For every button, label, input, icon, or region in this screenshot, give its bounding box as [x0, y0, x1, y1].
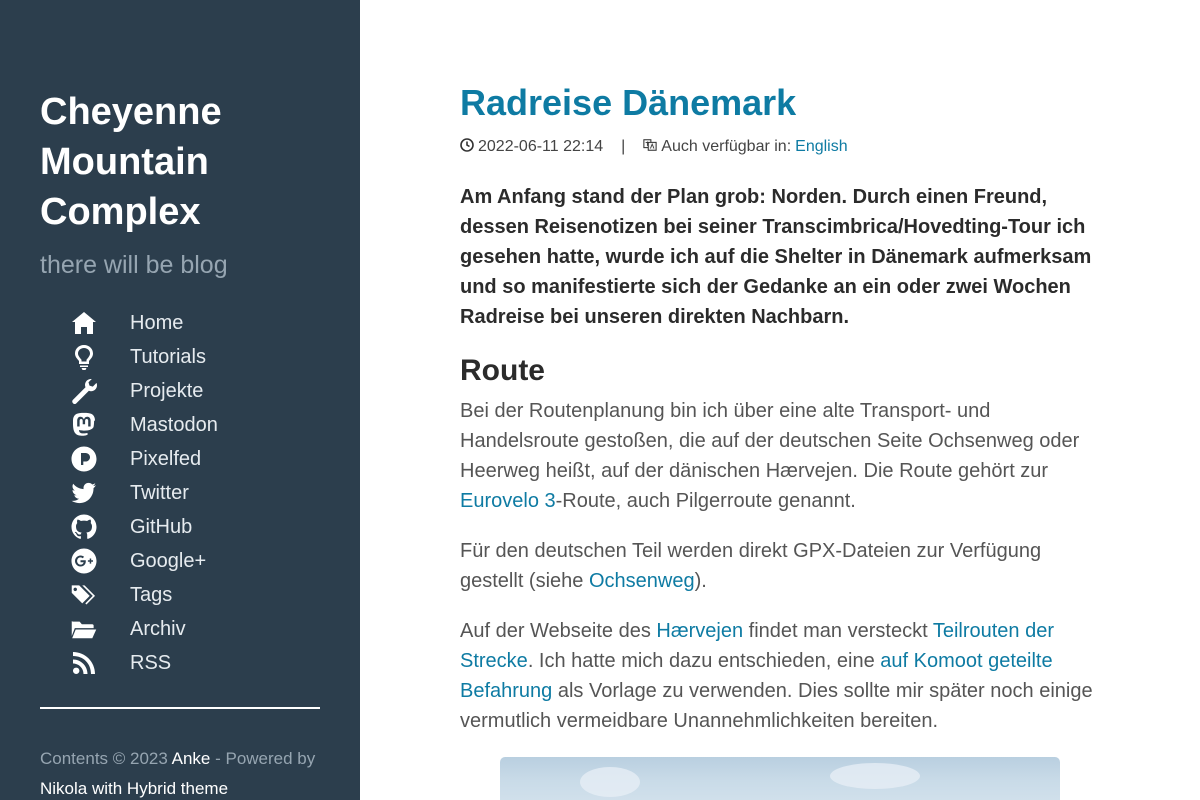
- paragraph-text: Auf der Webseite des: [460, 620, 657, 642]
- site-tagline: there will be blog: [40, 251, 228, 279]
- sidebar-item-rss[interactable]: RSS: [40, 646, 218, 680]
- sidebar: Cheyenne Mountain Complex there will be …: [0, 0, 360, 800]
- paragraph-route-3: Auf der Webseite des Hærvejen findet man…: [460, 616, 1100, 736]
- sidebar-item-label: Projekte: [130, 380, 204, 402]
- sidebar-item-label: Twitter: [130, 482, 189, 504]
- lightbulb-icon: [40, 340, 130, 374]
- wrench-icon: [40, 374, 130, 408]
- github-icon: [40, 510, 130, 544]
- sidebar-item-tags[interactable]: Tags: [40, 578, 218, 612]
- post-photo[interactable]: [500, 757, 1060, 800]
- site-title[interactable]: Cheyenne Mountain Complex: [40, 87, 330, 237]
- sidebar-nav: Home Tutorials Projekte Mastodon Pixelfe…: [40, 306, 218, 680]
- paragraph-route-1: Bei der Routenplanung bin ich über eine …: [460, 396, 1100, 516]
- paragraph-text: -Route, auch Pilgerroute genannt.: [555, 490, 856, 512]
- photo-cloud: [830, 763, 920, 789]
- sidebar-item-label: Home: [130, 312, 184, 334]
- paragraph-text: findet man versteckt: [743, 620, 933, 642]
- paragraph-text: als Vorlage zu verwenden. Dies sollte mi…: [460, 680, 1093, 732]
- sidebar-item-twitter[interactable]: Twitter: [40, 476, 218, 510]
- photo-cloud: [580, 767, 640, 797]
- meta-separator: |: [621, 138, 626, 155]
- footer-copyright: Contents © 2023: [40, 749, 172, 768]
- sidebar-item-mastodon[interactable]: Mastodon: [40, 408, 218, 442]
- paragraph-text: Bei der Routenplanung bin ich über eine …: [460, 400, 1080, 482]
- twitter-icon: [40, 476, 130, 510]
- paragraph-text: . Ich hatte mich dazu entschieden, eine: [527, 650, 881, 672]
- mastodon-icon: [40, 408, 130, 442]
- pixelfed-icon: [40, 442, 130, 476]
- footer-powered-by: - Powered by: [210, 749, 316, 768]
- also-available-label: Auch verfügbar in:: [661, 138, 792, 155]
- sidebar-item-label: Google+: [130, 550, 207, 572]
- translate-icon: [643, 138, 661, 157]
- sidebar-item-archiv[interactable]: Archiv: [40, 612, 218, 646]
- footer-author-link[interactable]: Anke: [172, 749, 211, 768]
- sidebar-item-github[interactable]: GitHub: [40, 510, 218, 544]
- sidebar-item-label: Archiv: [130, 618, 186, 640]
- sidebar-item-projekte[interactable]: Projekte: [40, 374, 218, 408]
- sidebar-item-label: GitHub: [130, 516, 193, 538]
- paragraph-text: ).: [694, 570, 707, 592]
- sidebar-divider: [40, 707, 320, 709]
- tags-icon: [40, 578, 130, 612]
- sidebar-item-label: Pixelfed: [130, 448, 202, 470]
- post-title[interactable]: Radreise Dänemark: [460, 80, 1100, 126]
- sidebar-item-tutorials[interactable]: Tutorials: [40, 340, 218, 374]
- sidebar-item-label: Tutorials: [130, 346, 206, 368]
- paragraph-route-2: Für den deutschen Teil werden direkt GPX…: [460, 536, 1100, 596]
- footer-nikola-link[interactable]: Nikola: [40, 779, 87, 798]
- rss-icon: [40, 646, 130, 680]
- clock-icon: [460, 137, 478, 157]
- sidebar-item-pixelfed[interactable]: Pixelfed: [40, 442, 218, 476]
- sidebar-item-label: Tags: [130, 584, 173, 606]
- footer-theme: with Hybrid theme: [87, 779, 229, 798]
- post-content: Radreise Dänemark 2022-06-11 22:14 | Auc…: [460, 80, 1100, 736]
- post-date[interactable]: 2022-06-11 22:14: [478, 138, 603, 156]
- sidebar-item-label: RSS: [130, 652, 172, 674]
- folder-open-icon: [40, 612, 130, 646]
- paragraph-text: Für den deutschen Teil werden direkt GPX…: [460, 540, 1042, 592]
- haervejen-link[interactable]: Hærvejen: [656, 620, 743, 642]
- language-link-english[interactable]: English: [795, 138, 847, 156]
- home-icon: [40, 306, 130, 340]
- post-meta: 2022-06-11 22:14 | Auch verfügbar in: En…: [460, 136, 1100, 158]
- eurovelo-link[interactable]: Eurovelo 3: [460, 490, 556, 512]
- sidebar-footer: Contents © 2023 Anke - Powered by Nikola…: [40, 744, 330, 800]
- sidebar-item-google-plus[interactable]: Google+: [40, 544, 218, 578]
- post-lead: Am Anfang stand der Plan grob: Norden. D…: [460, 186, 1092, 328]
- sidebar-item-home[interactable]: Home: [40, 306, 218, 340]
- google-plus-icon: [40, 544, 130, 578]
- ochsenweg-link[interactable]: Ochsenweg: [589, 570, 695, 592]
- sidebar-item-label: Mastodon: [130, 414, 218, 436]
- section-heading-route: Route: [460, 354, 545, 387]
